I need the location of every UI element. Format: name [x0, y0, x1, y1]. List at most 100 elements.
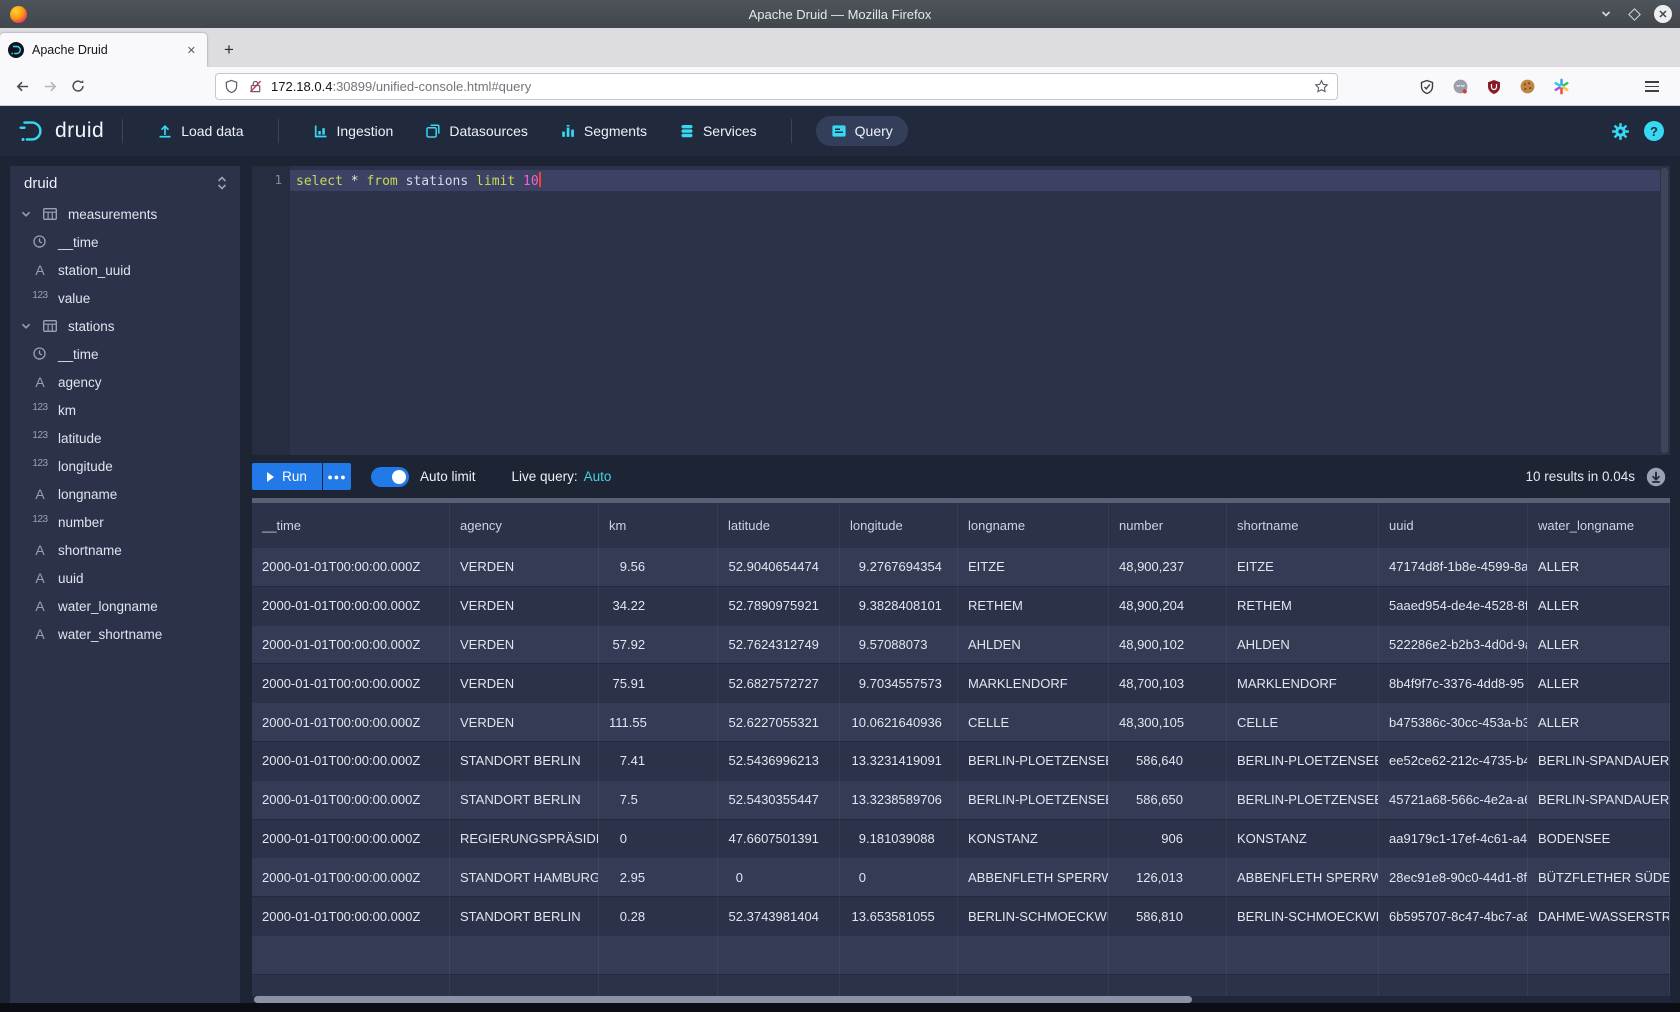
column-header-__time[interactable]: __time [252, 503, 450, 547]
nav-item-segments[interactable]: Segments [560, 123, 647, 139]
cell-shortname[interactable]: MARKLENDORF [1227, 663, 1379, 702]
cell-__time[interactable]: 2000-01-01T00:00:00.000Z [252, 857, 450, 896]
cell-agency[interactable]: STANDORT BERLIN [450, 896, 599, 935]
cell-longitude[interactable]: 13.653581055 [840, 896, 958, 935]
editor-scrollbar[interactable] [1661, 168, 1668, 453]
cell-number[interactable]: 586,640 [1109, 741, 1227, 780]
bookmark-star-icon[interactable] [1314, 79, 1329, 94]
cell-longname[interactable]: CELLE [958, 702, 1109, 741]
browser-tab[interactable]: Apache Druid ✕ [0, 33, 207, 67]
cell-uuid[interactable]: 45721a68-566c-4e2a-a6 [1379, 780, 1528, 819]
cell-longitude[interactable]: 9.3828408101 [840, 586, 958, 625]
cell-longitude[interactable]: 13.3231419091 [840, 741, 958, 780]
cell-water_longname[interactable]: ALLER [1528, 586, 1670, 625]
cell-latitude[interactable]: 52.6227055321 [718, 702, 840, 741]
cell-latitude[interactable]: 0 [718, 857, 840, 896]
cell-km[interactable]: 9.56 [599, 547, 718, 586]
cell-shortname[interactable]: CELLE [1227, 702, 1379, 741]
cell-longname[interactable]: ABBENFLETH SPERRWER [958, 857, 1109, 896]
cell-longitude[interactable]: 9.181039088 [840, 819, 958, 858]
cell-agency[interactable]: VERDEN [450, 663, 599, 702]
cell-longitude[interactable]: 9.7034557573 [840, 663, 958, 702]
cell-agency[interactable] [450, 935, 599, 974]
cell-__time[interactable]: 2000-01-01T00:00:00.000Z [252, 547, 450, 586]
url-bar[interactable]: 172.18.0.4:30899/unified-console.html#qu… [215, 73, 1338, 100]
cell-water_longname[interactable]: BÜTZFLETHER SÜDERE [1528, 857, 1670, 896]
tree-column-latitude[interactable]: 123latitude [10, 424, 240, 452]
cell-latitude[interactable]: 52.6827572727 [718, 663, 840, 702]
cell-longname[interactable]: KONSTANZ [958, 819, 1109, 858]
cell-longname[interactable]: BERLIN-PLOETZENSEE C [958, 741, 1109, 780]
privacy-shield-icon[interactable] [1419, 79, 1435, 95]
tree-column-value[interactable]: 123value [10, 284, 240, 312]
sql-query-text[interactable]: select * from stations limit 10 [296, 172, 541, 189]
cell-__time[interactable]: 2000-01-01T00:00:00.000Z [252, 896, 450, 935]
new-tab-button[interactable]: + [216, 37, 242, 63]
tree-column-longname[interactable]: Alongname [10, 480, 240, 508]
cell-uuid[interactable]: 5aaed954-de4e-4528-8f [1379, 586, 1528, 625]
url-text[interactable]: 172.18.0.4:30899/unified-console.html#qu… [271, 79, 1314, 94]
cell-water_longname[interactable]: BERLIN-SPANDAUER-S [1528, 741, 1670, 780]
tracking-shield-icon[interactable] [224, 79, 239, 94]
nav-item-query[interactable]: Query [816, 116, 908, 146]
cell-uuid[interactable]: ee52ce62-212c-4735-b4 [1379, 741, 1528, 780]
cell-uuid[interactable]: b475386c-30cc-453a-b3 [1379, 702, 1528, 741]
cell-shortname[interactable]: BERLIN-PLOETZENSEE U [1227, 780, 1379, 819]
account-mask-icon[interactable] [1452, 78, 1469, 95]
cell-km[interactable]: 57.92 [599, 625, 718, 664]
cell-km[interactable]: 7.5 [599, 780, 718, 819]
column-header-number[interactable]: number [1109, 503, 1227, 547]
settings-gear-icon[interactable] [1611, 122, 1630, 141]
window-close-icon[interactable]: ✕ [1654, 5, 1672, 23]
cell-number[interactable]: 126,013 [1109, 857, 1227, 896]
cell-water_longname[interactable]: BODENSEE [1528, 819, 1670, 858]
cell-number[interactable]: 48,300,105 [1109, 702, 1227, 741]
tree-column-station_uuid[interactable]: Astation_uuid [10, 256, 240, 284]
auto-limit-label[interactable]: Auto limit [420, 469, 476, 484]
back-button[interactable] [8, 72, 36, 100]
column-header-shortname[interactable]: shortname [1227, 503, 1379, 547]
cell-__time[interactable]: 2000-01-01T00:00:00.000Z [252, 741, 450, 780]
tree-column-__time[interactable]: __time [10, 228, 240, 256]
cell-shortname[interactable]: ABBENFLETH SPERRWER [1227, 857, 1379, 896]
tree-column-__time[interactable]: __time [10, 340, 240, 368]
column-header-uuid[interactable]: uuid [1379, 503, 1528, 547]
cell-longname[interactable]: EITZE [958, 547, 1109, 586]
column-header-water_longname[interactable]: water_longname [1528, 503, 1670, 547]
cell-shortname[interactable]: EITZE [1227, 547, 1379, 586]
cell-longname[interactable]: MARKLENDORF [958, 663, 1109, 702]
tree-column-number[interactable]: 123number [10, 508, 240, 536]
cell-number[interactable]: 586,650 [1109, 780, 1227, 819]
cell-number[interactable]: 48,900,237 [1109, 547, 1227, 586]
reload-button[interactable] [64, 72, 92, 100]
forward-button[interactable] [36, 72, 64, 100]
cell-longitude[interactable]: 9.57088073 [840, 625, 958, 664]
cell-agency[interactable]: VERDEN [450, 702, 599, 741]
cell-km[interactable]: 0 [599, 819, 718, 858]
tree-column-longitude[interactable]: 123longitude [10, 452, 240, 480]
cell-longitude[interactable]: 13.3238589706 [840, 780, 958, 819]
cell-uuid[interactable] [1379, 935, 1528, 974]
cell-water_longname[interactable]: ALLER [1528, 625, 1670, 664]
nav-item-ingestion[interactable]: Ingestion [313, 123, 394, 139]
cell-__time[interactable]: 2000-01-01T00:00:00.000Z [252, 819, 450, 858]
cell-longitude[interactable]: 9.2767694354 [840, 547, 958, 586]
ublock-icon[interactable] [1486, 79, 1502, 95]
cell-agency[interactable]: VERDEN [450, 625, 599, 664]
tree-column-water_shortname[interactable]: Awater_shortname [10, 620, 240, 648]
cell-shortname[interactable]: RETHEM [1227, 586, 1379, 625]
cell-uuid[interactable]: 6b595707-8c47-4bc7-a8 [1379, 896, 1528, 935]
cell-km[interactable]: 2.95 [599, 857, 718, 896]
window-maximize-icon[interactable] [1626, 6, 1642, 22]
cell-shortname[interactable]: BERLIN-SCHMOECKWITZ [1227, 896, 1379, 935]
column-header-agency[interactable]: agency [450, 503, 599, 547]
column-header-longname[interactable]: longname [958, 503, 1109, 547]
hamburger-menu-icon[interactable] [1638, 73, 1666, 100]
cell-latitude[interactable]: 52.9040654474 [718, 547, 840, 586]
cell-number[interactable]: 48,700,103 [1109, 663, 1227, 702]
column-header-latitude[interactable]: latitude [718, 503, 840, 547]
cell-shortname[interactable]: AHLDEN [1227, 625, 1379, 664]
cell-km[interactable]: 7.41 [599, 741, 718, 780]
table-horizontal-scrollbar[interactable] [252, 996, 1670, 1003]
cell-__time[interactable]: 2000-01-01T00:00:00.000Z [252, 663, 450, 702]
